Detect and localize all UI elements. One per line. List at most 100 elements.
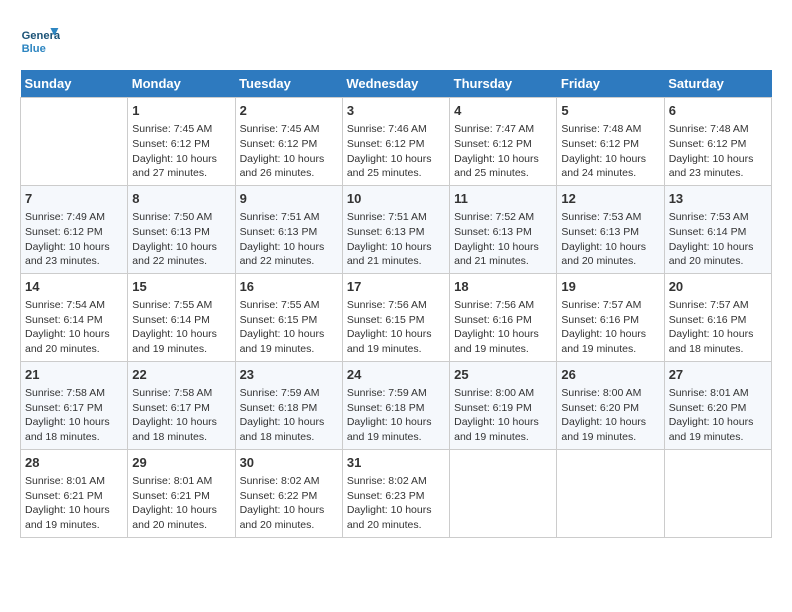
day-cell: 18 Sunrise: 7:56 AM Sunset: 6:16 PM Dayli… [450, 273, 557, 361]
day-info: Sunrise: 7:59 AM Sunset: 6:18 PM Dayligh… [240, 386, 338, 445]
week-row-5: 28 Sunrise: 8:01 AM Sunset: 6:21 PM Dayli… [21, 449, 772, 537]
day-number: 18 [454, 278, 552, 296]
header-row: SundayMondayTuesdayWednesdayThursdayFrid… [21, 70, 772, 98]
day-number: 13 [669, 190, 767, 208]
day-cell: 17 Sunrise: 7:56 AM Sunset: 6:15 PM Dayli… [342, 273, 449, 361]
day-info: Sunrise: 7:51 AM Sunset: 6:13 PM Dayligh… [240, 210, 338, 269]
day-cell: 13Sunrise: 7:53 AM Sunset: 6:14 PM Dayli… [664, 185, 771, 273]
day-cell: 23Sunrise: 7:59 AM Sunset: 6:18 PM Dayli… [235, 361, 342, 449]
day-cell: 1 Sunrise: 7:45 AM Sunset: 6:12 PM Daylig… [128, 98, 235, 186]
day-number: 10 [347, 190, 445, 208]
day-cell: 29 Sunrise: 8:01 AM Sunset: 6:21 PM Dayli… [128, 449, 235, 537]
week-row-2: 7Sunrise: 7:49 AM Sunset: 6:12 PM Daylig… [21, 185, 772, 273]
day-cell: 26 Sunrise: 8:00 AM Sunset: 6:20 PM Dayli… [557, 361, 664, 449]
day-cell: 4 Sunrise: 7:47 AM Sunset: 6:12 PM Daylig… [450, 98, 557, 186]
day-info: Sunrise: 7:54 AM Sunset: 6:14 PM Dayligh… [25, 298, 123, 357]
svg-text:Blue: Blue [22, 43, 46, 55]
day-number: 26 [561, 366, 659, 384]
day-cell: 30 Sunrise: 8:02 AM Sunset: 6:22 PM Dayli… [235, 449, 342, 537]
day-info: Sunrise: 8:02 AM Sunset: 6:22 PM Dayligh… [240, 474, 338, 533]
day-number: 6 [669, 102, 767, 120]
day-info: Sunrise: 8:01 AM Sunset: 6:21 PM Dayligh… [132, 474, 230, 533]
day-number: 17 [347, 278, 445, 296]
day-number: 1 [132, 102, 230, 120]
day-number: 24 [347, 366, 445, 384]
day-info: Sunrise: 8:02 AM Sunset: 6:23 PM Dayligh… [347, 474, 445, 533]
day-cell [21, 98, 128, 186]
day-info: Sunrise: 7:45 AM Sunset: 6:12 PM Dayligh… [240, 122, 338, 181]
day-number: 16 [240, 278, 338, 296]
day-info: Sunrise: 8:01 AM Sunset: 6:21 PM Dayligh… [25, 474, 123, 533]
col-header-monday: Monday [128, 70, 235, 98]
week-row-1: 1 Sunrise: 7:45 AM Sunset: 6:12 PM Daylig… [21, 98, 772, 186]
day-number: 31 [347, 454, 445, 472]
day-cell: 25 Sunrise: 8:00 AM Sunset: 6:19 PM Dayli… [450, 361, 557, 449]
day-number: 28 [25, 454, 123, 472]
week-row-4: 21 Sunrise: 7:58 AM Sunset: 6:17 PM Dayli… [21, 361, 772, 449]
day-cell: 27 Sunrise: 8:01 AM Sunset: 6:20 PM Dayli… [664, 361, 771, 449]
day-cell: 11 Sunrise: 7:52 AM Sunset: 6:13 PM Dayli… [450, 185, 557, 273]
day-cell: 31 Sunrise: 8:02 AM Sunset: 6:23 PM Dayli… [342, 449, 449, 537]
day-info: Sunrise: 7:59 AM Sunset: 6:18 PM Dayligh… [347, 386, 445, 445]
page-header: General Blue [20, 20, 772, 60]
col-header-tuesday: Tuesday [235, 70, 342, 98]
day-number: 25 [454, 366, 552, 384]
day-info: Sunrise: 7:47 AM Sunset: 6:12 PM Dayligh… [454, 122, 552, 181]
col-header-sunday: Sunday [21, 70, 128, 98]
day-info: Sunrise: 7:55 AM Sunset: 6:15 PM Dayligh… [240, 298, 338, 357]
day-cell: 24 Sunrise: 7:59 AM Sunset: 6:18 PM Dayli… [342, 361, 449, 449]
day-info: Sunrise: 7:58 AM Sunset: 6:17 PM Dayligh… [132, 386, 230, 445]
col-header-wednesday: Wednesday [342, 70, 449, 98]
day-number: 30 [240, 454, 338, 472]
day-cell: 19 Sunrise: 7:57 AM Sunset: 6:16 PM Dayli… [557, 273, 664, 361]
day-cell: 15 Sunrise: 7:55 AM Sunset: 6:14 PM Dayli… [128, 273, 235, 361]
day-cell: 9Sunrise: 7:51 AM Sunset: 6:13 PM Daylig… [235, 185, 342, 273]
day-cell: 16 Sunrise: 7:55 AM Sunset: 6:15 PM Dayli… [235, 273, 342, 361]
day-info: Sunrise: 7:53 AM Sunset: 6:13 PM Dayligh… [561, 210, 659, 269]
day-number: 4 [454, 102, 552, 120]
day-info: Sunrise: 7:56 AM Sunset: 6:15 PM Dayligh… [347, 298, 445, 357]
col-header-saturday: Saturday [664, 70, 771, 98]
day-info: Sunrise: 8:01 AM Sunset: 6:20 PM Dayligh… [669, 386, 767, 445]
day-cell: 6 Sunrise: 7:48 AM Sunset: 6:12 PM Daylig… [664, 98, 771, 186]
day-info: Sunrise: 7:48 AM Sunset: 6:12 PM Dayligh… [669, 122, 767, 181]
day-info: Sunrise: 7:52 AM Sunset: 6:13 PM Dayligh… [454, 210, 552, 269]
col-header-friday: Friday [557, 70, 664, 98]
day-number: 2 [240, 102, 338, 120]
day-cell: 3 Sunrise: 7:46 AM Sunset: 6:12 PM Daylig… [342, 98, 449, 186]
day-cell: 21 Sunrise: 7:58 AM Sunset: 6:17 PM Dayli… [21, 361, 128, 449]
day-cell: 20 Sunrise: 7:57 AM Sunset: 6:16 PM Dayli… [664, 273, 771, 361]
day-number: 19 [561, 278, 659, 296]
day-cell: 5Sunrise: 7:48 AM Sunset: 6:12 PM Daylig… [557, 98, 664, 186]
day-cell: 22 Sunrise: 7:58 AM Sunset: 6:17 PM Dayli… [128, 361, 235, 449]
day-number: 14 [25, 278, 123, 296]
day-info: Sunrise: 8:00 AM Sunset: 6:20 PM Dayligh… [561, 386, 659, 445]
day-cell: 2 Sunrise: 7:45 AM Sunset: 6:12 PM Daylig… [235, 98, 342, 186]
day-number: 29 [132, 454, 230, 472]
day-info: Sunrise: 7:58 AM Sunset: 6:17 PM Dayligh… [25, 386, 123, 445]
day-info: Sunrise: 7:55 AM Sunset: 6:14 PM Dayligh… [132, 298, 230, 357]
day-number: 11 [454, 190, 552, 208]
day-info: Sunrise: 7:45 AM Sunset: 6:12 PM Dayligh… [132, 122, 230, 181]
day-cell [664, 449, 771, 537]
day-number: 27 [669, 366, 767, 384]
day-info: Sunrise: 7:56 AM Sunset: 6:16 PM Dayligh… [454, 298, 552, 357]
day-number: 3 [347, 102, 445, 120]
day-info: Sunrise: 7:57 AM Sunset: 6:16 PM Dayligh… [561, 298, 659, 357]
day-number: 12 [561, 190, 659, 208]
day-cell: 7Sunrise: 7:49 AM Sunset: 6:12 PM Daylig… [21, 185, 128, 273]
day-info: Sunrise: 7:57 AM Sunset: 6:16 PM Dayligh… [669, 298, 767, 357]
day-info: Sunrise: 7:51 AM Sunset: 6:13 PM Dayligh… [347, 210, 445, 269]
day-number: 21 [25, 366, 123, 384]
day-number: 15 [132, 278, 230, 296]
day-cell: 8Sunrise: 7:50 AM Sunset: 6:13 PM Daylig… [128, 185, 235, 273]
day-number: 8 [132, 190, 230, 208]
day-info: Sunrise: 8:00 AM Sunset: 6:19 PM Dayligh… [454, 386, 552, 445]
calendar-table: SundayMondayTuesdayWednesdayThursdayFrid… [20, 70, 772, 538]
day-number: 20 [669, 278, 767, 296]
day-cell: 12 Sunrise: 7:53 AM Sunset: 6:13 PM Dayli… [557, 185, 664, 273]
day-number: 22 [132, 366, 230, 384]
logo-icon: General Blue [20, 20, 60, 60]
day-info: Sunrise: 7:46 AM Sunset: 6:12 PM Dayligh… [347, 122, 445, 181]
day-info: Sunrise: 7:48 AM Sunset: 6:12 PM Dayligh… [561, 122, 659, 181]
